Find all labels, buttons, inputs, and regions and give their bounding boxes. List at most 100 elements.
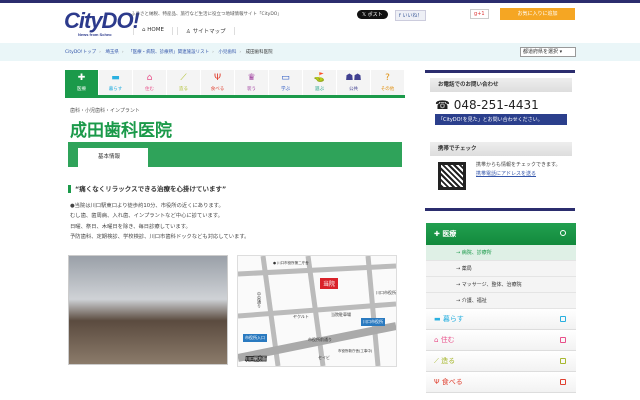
tab-label: 食べる	[210, 87, 225, 92]
category-icon: ⟋	[434, 357, 439, 365]
tab-golf[interactable]: ⛳ 遊ぶ	[303, 70, 337, 95]
tab-label: 医療	[77, 87, 86, 92]
category-icon: ▬	[434, 315, 441, 323]
tab-dress[interactable]: ♛ 装う	[235, 70, 269, 95]
tab-label: 住む	[145, 87, 154, 92]
nav-home[interactable]: ⌂ HOME	[133, 27, 173, 35]
expand-icon	[560, 316, 566, 322]
svg-text:● 川口市役所第二庁舎: ● 川口市役所第二庁舎	[273, 260, 309, 265]
menu-item-label: 造る	[441, 357, 456, 365]
qr-code	[438, 162, 466, 190]
tab-label: 学ぶ	[281, 87, 290, 92]
menu-sub-item[interactable]: → 病院、診療所	[426, 245, 576, 261]
svg-text:川口駅方面: 川口駅方面	[246, 355, 266, 361]
laptop-icon: ▭	[281, 73, 290, 83]
tab-people[interactable]: ☗☗ 公共	[337, 70, 371, 95]
map-clinic-marker: 当院	[320, 278, 339, 289]
clinic-description: ●当院は川口駅東口より徒歩約10分、市役所の近くにあります。 むし歯、歯周病、入…	[70, 201, 249, 242]
gplus-button[interactable]: g+1	[470, 9, 489, 19]
svg-text:セイビ: セイビ	[318, 354, 330, 360]
menu-item[interactable]: Ψ 食べる	[426, 372, 576, 393]
crumb-list[interactable]: 「医療・病院、診療所」関連施設リスト	[128, 50, 209, 55]
prefecture-select[interactable]: 都道府県を選択 ▾	[520, 47, 576, 57]
section-bar: 基本情報	[68, 142, 402, 167]
category-icon: Ψ	[434, 378, 440, 386]
logo-text: CityDO!	[64, 8, 140, 33]
phone-icon: ☎	[435, 98, 450, 112]
crumb-current: 成田歯科医院	[245, 50, 273, 55]
svg-text:川口市役所: 川口市役所	[376, 289, 396, 295]
logo[interactable]: CityDO! News from Scheo	[64, 8, 140, 37]
menu-item-label: 住む	[440, 336, 455, 344]
clinic-photo	[68, 255, 228, 365]
map-label-entrance: 市役所入口	[243, 334, 267, 342]
living-icon: ▬	[111, 73, 120, 83]
menu-sub-item[interactable]: → マッサージ、整体、治療院	[426, 277, 576, 293]
desc-line: むし歯、歯周病、入れ歯、インプラントなど中心に診ています。	[70, 213, 223, 220]
tab-label: 装う	[247, 87, 256, 92]
category-tabs: ✚ 医療 ▬ 暮らす ⌂ 住む ⟋ 造る Ψ 食べる ♛ 装う ▭ 学ぶ ⛳ 遊ぶ ☗☗ 公共? その他	[65, 70, 405, 98]
menu-item[interactable]: ▬ 暮らす	[426, 309, 576, 330]
mobile-section: 携帯からも情報をチェックできます。 携帯電話にアドレスを送る	[430, 156, 572, 201]
tab-laptop[interactable]: ▭ 学ぶ	[269, 70, 303, 95]
wrench-icon: ⟋	[180, 73, 187, 83]
breadcrumb-bar: CityDO!トップ › 埼玉県 › 「医療・病院、診療所」関連施設リスト › 小児歯…	[0, 43, 640, 61]
menu-sub-item[interactable]: → 薬局	[426, 261, 576, 277]
dress-icon: ♛	[247, 73, 256, 83]
page-title: 成田歯科医院	[70, 121, 172, 141]
tab-label: 暮らす	[108, 87, 123, 92]
crumb-category[interactable]: 小児歯科	[218, 50, 236, 55]
tab-house[interactable]: ⌂ 住む	[133, 70, 167, 95]
nav-sitemap[interactable]: ♙ サイトマップ	[176, 27, 235, 35]
tab-fork[interactable]: Ψ 食べる	[201, 70, 235, 95]
catchphrase: “痛くなくリラックスできる治療を心掛けています”	[68, 183, 226, 193]
house-icon: ⌂	[146, 73, 153, 83]
svg-text:当院駐車場: 当院駐車場	[331, 311, 351, 317]
desc-line: 予防歯科、定期検診、学校検診、川口市歯科ドックなども対応しています。	[70, 233, 250, 240]
tab-label: 造る	[179, 87, 188, 92]
svg-text:市役所新庁舎(工事中): 市役所新庁舎(工事中)	[338, 348, 373, 353]
sidebar-divider	[425, 208, 575, 211]
contact-box: お電話でのお問い合わせ ☎ 048-251-4431 「CityDO!を見た」と…	[430, 78, 572, 201]
menu-item[interactable]: ⌂ 住む	[426, 330, 576, 351]
tab-basic-info[interactable]: 基本情報	[78, 148, 148, 167]
tab-question[interactable]: ? その他	[371, 70, 405, 95]
tab-label: その他	[380, 87, 395, 92]
medical-icon: ✚	[77, 73, 86, 83]
people-icon: ☗☗	[345, 73, 362, 83]
phone-heading: お電話でのお問い合わせ	[430, 78, 572, 92]
menu-item[interactable]: ⟋ 造る	[426, 351, 576, 372]
desc-line: ●当院は川口駅東口より徒歩約10分、市役所の近くにあります。	[70, 203, 224, 209]
favorite-button[interactable]: お気に入りに追加	[500, 8, 575, 20]
golf-icon: ⛳	[313, 73, 326, 83]
category-icon: ⌂	[434, 336, 439, 344]
menu-head-medical[interactable]: ✚ 医療	[426, 223, 576, 245]
phone-number[interactable]: ☎ 048-251-4431	[435, 98, 567, 112]
crumb-pref[interactable]: 埼玉県	[105, 50, 119, 55]
menu-sub-item[interactable]: → 介護、福祉	[426, 293, 576, 309]
header-nav: ⌂ HOME ♙ サイトマップ	[133, 27, 235, 35]
crumb-top[interactable]: CityDO!トップ	[65, 50, 96, 55]
breadcrumb: CityDO!トップ › 埼玉県 › 「医療・病院、診療所」関連施設リスト › 小児歯…	[65, 50, 273, 55]
toggle-icon	[560, 230, 566, 236]
tab-medical[interactable]: ✚ 医療	[65, 70, 99, 95]
expand-icon	[560, 379, 566, 385]
desc-line: 日曜、祭日、木曜日を除き、毎日診療しています。	[70, 223, 191, 230]
tab-living[interactable]: ▬ 暮らす	[99, 70, 133, 95]
fb-like-button[interactable]: f いいね！	[395, 10, 427, 21]
question-icon: ?	[385, 73, 390, 83]
svg-text:ヤクルト: ヤクルト	[293, 313, 309, 319]
send-address-link[interactable]: 携帯電話にアドレスを送る	[476, 171, 536, 177]
x-post-button[interactable]: 𝕏 ポスト	[357, 10, 388, 19]
tab-label: 公共	[349, 87, 358, 92]
tagline: ふるさと納税、特産品、旅行など生活に役立つ地域情報サイト「CityDO」	[131, 12, 282, 17]
phone-note: 「CityDO!を見た」とお問い合わせください。	[435, 114, 567, 125]
menu-item-label: 食べる	[441, 378, 463, 386]
map-label-chuo-dori: 中央通り	[256, 292, 262, 308]
expand-icon	[560, 358, 566, 364]
tab-label: 遊ぶ	[315, 87, 324, 92]
tab-wrench[interactable]: ⟋ 造る	[167, 70, 201, 95]
logo-sub: News from Scheo	[78, 32, 112, 37]
svg-text:市役所前通り: 市役所前通り	[308, 336, 332, 342]
phone-section: ☎ 048-251-4431 「CityDO!を見た」とお問い合わせください。	[430, 92, 572, 142]
